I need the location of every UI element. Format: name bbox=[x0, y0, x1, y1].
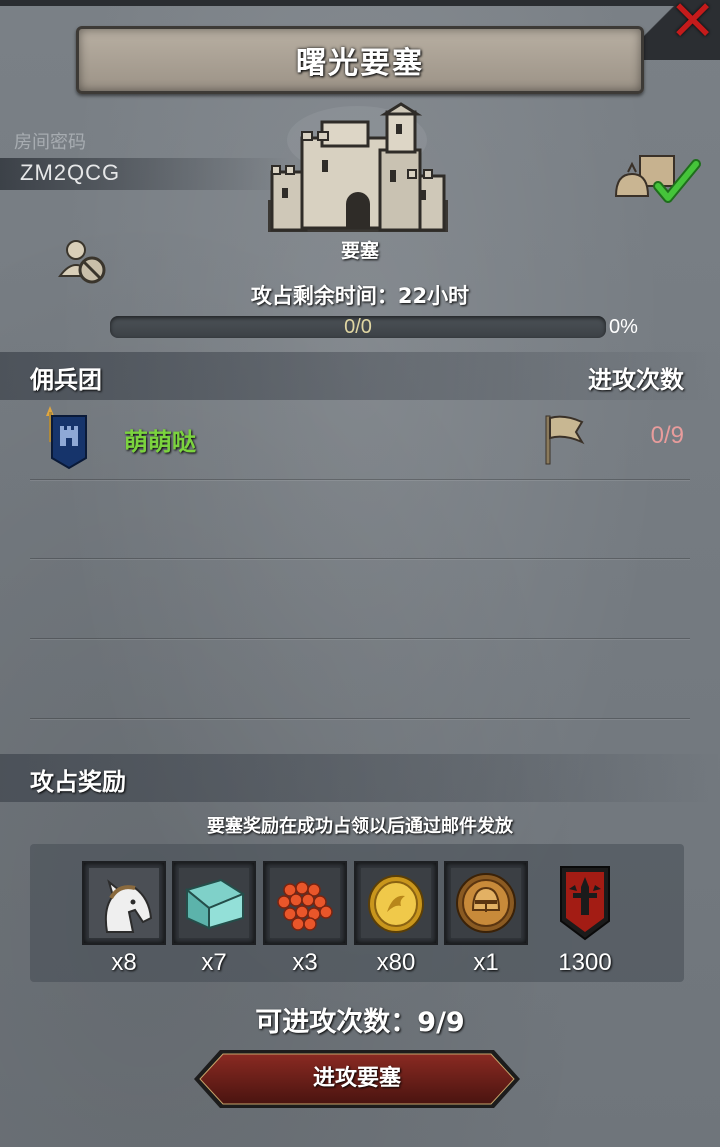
reward-slot[interactable] bbox=[263, 861, 347, 945]
remaining-time: 攻占剩余时间：22小时 bbox=[250, 284, 470, 308]
guild-row[interactable]: 萌萌哒 0/9 bbox=[0, 398, 720, 480]
row-divider bbox=[30, 479, 690, 480]
reward-label: 攻占奖励 bbox=[30, 768, 126, 796]
reward-qty: x3 bbox=[292, 949, 318, 976]
reward-slot[interactable] bbox=[82, 861, 166, 945]
guild-attack-count: 0/9 bbox=[650, 422, 684, 449]
room-code: ZM2QCG bbox=[20, 160, 121, 185]
room-password-label: 房间密码 bbox=[14, 132, 86, 153]
reward-qty: 1300 bbox=[558, 949, 612, 976]
mercenary-label: 佣兵团 bbox=[30, 366, 102, 394]
fortress-icon bbox=[268, 102, 448, 232]
attacks-available: 可进攻次数：9/9 bbox=[255, 1007, 465, 1038]
reward-item-helmet[interactable]: x1 bbox=[444, 861, 528, 977]
reward-qty: x1 bbox=[473, 949, 499, 976]
reward-slot[interactable] bbox=[543, 861, 627, 945]
attacks-label: 进攻次数 bbox=[588, 366, 684, 394]
loot-collected-icon[interactable] bbox=[612, 150, 708, 206]
progress-value: 0/0 bbox=[344, 316, 372, 338]
reward-qty: x7 bbox=[201, 949, 227, 976]
top-border bbox=[0, 0, 720, 6]
reward-item-cloth[interactable]: x7 bbox=[172, 861, 256, 977]
guild-banner-icon bbox=[560, 866, 610, 941]
row-divider bbox=[30, 558, 690, 559]
row-divider bbox=[30, 718, 690, 719]
reward-qty: x80 bbox=[376, 949, 416, 976]
progress-percent: 0% bbox=[609, 316, 638, 338]
attack-fortress-button[interactable]: 进攻要塞 bbox=[192, 1048, 522, 1110]
reward-slot[interactable] bbox=[444, 861, 528, 945]
reward-slot[interactable] bbox=[354, 861, 438, 945]
title-banner: 曙光要塞 bbox=[76, 26, 644, 94]
close-icon[interactable]: ✕ bbox=[669, 0, 716, 50]
gold-coin-icon bbox=[361, 868, 431, 938]
berries-icon bbox=[270, 868, 340, 938]
cloth-roll-icon bbox=[179, 868, 249, 938]
guild-name[interactable]: 萌萌哒 bbox=[124, 422, 196, 457]
reward-item-guild-points[interactable]: 1300 bbox=[543, 861, 627, 977]
flag-icon bbox=[545, 415, 585, 465]
page-title: 曙光要塞 bbox=[296, 46, 424, 81]
attack-fortress-label[interactable]: 进攻要塞 bbox=[192, 1048, 522, 1110]
reward-slot[interactable] bbox=[172, 861, 256, 945]
reward-header: 攻占奖励 bbox=[0, 754, 720, 802]
reward-qty: x8 bbox=[111, 949, 137, 976]
horse-icon bbox=[89, 868, 159, 938]
helmet-coin-icon bbox=[451, 868, 521, 938]
reward-item-berries[interactable]: x3 bbox=[263, 861, 347, 977]
close-button[interactable]: ✕ bbox=[636, 0, 720, 60]
guild-emblem-icon bbox=[46, 406, 87, 470]
reward-item-horse[interactable]: x8 bbox=[82, 861, 166, 977]
mercenary-header: 佣兵团 进攻次数 bbox=[0, 352, 720, 400]
reward-item-gold[interactable]: x80 bbox=[354, 861, 438, 977]
reward-note: 要塞奖励在成功占领以后通过邮件发放 bbox=[207, 816, 513, 837]
fortress-label: 要塞 bbox=[340, 240, 379, 262]
row-divider bbox=[30, 638, 690, 639]
